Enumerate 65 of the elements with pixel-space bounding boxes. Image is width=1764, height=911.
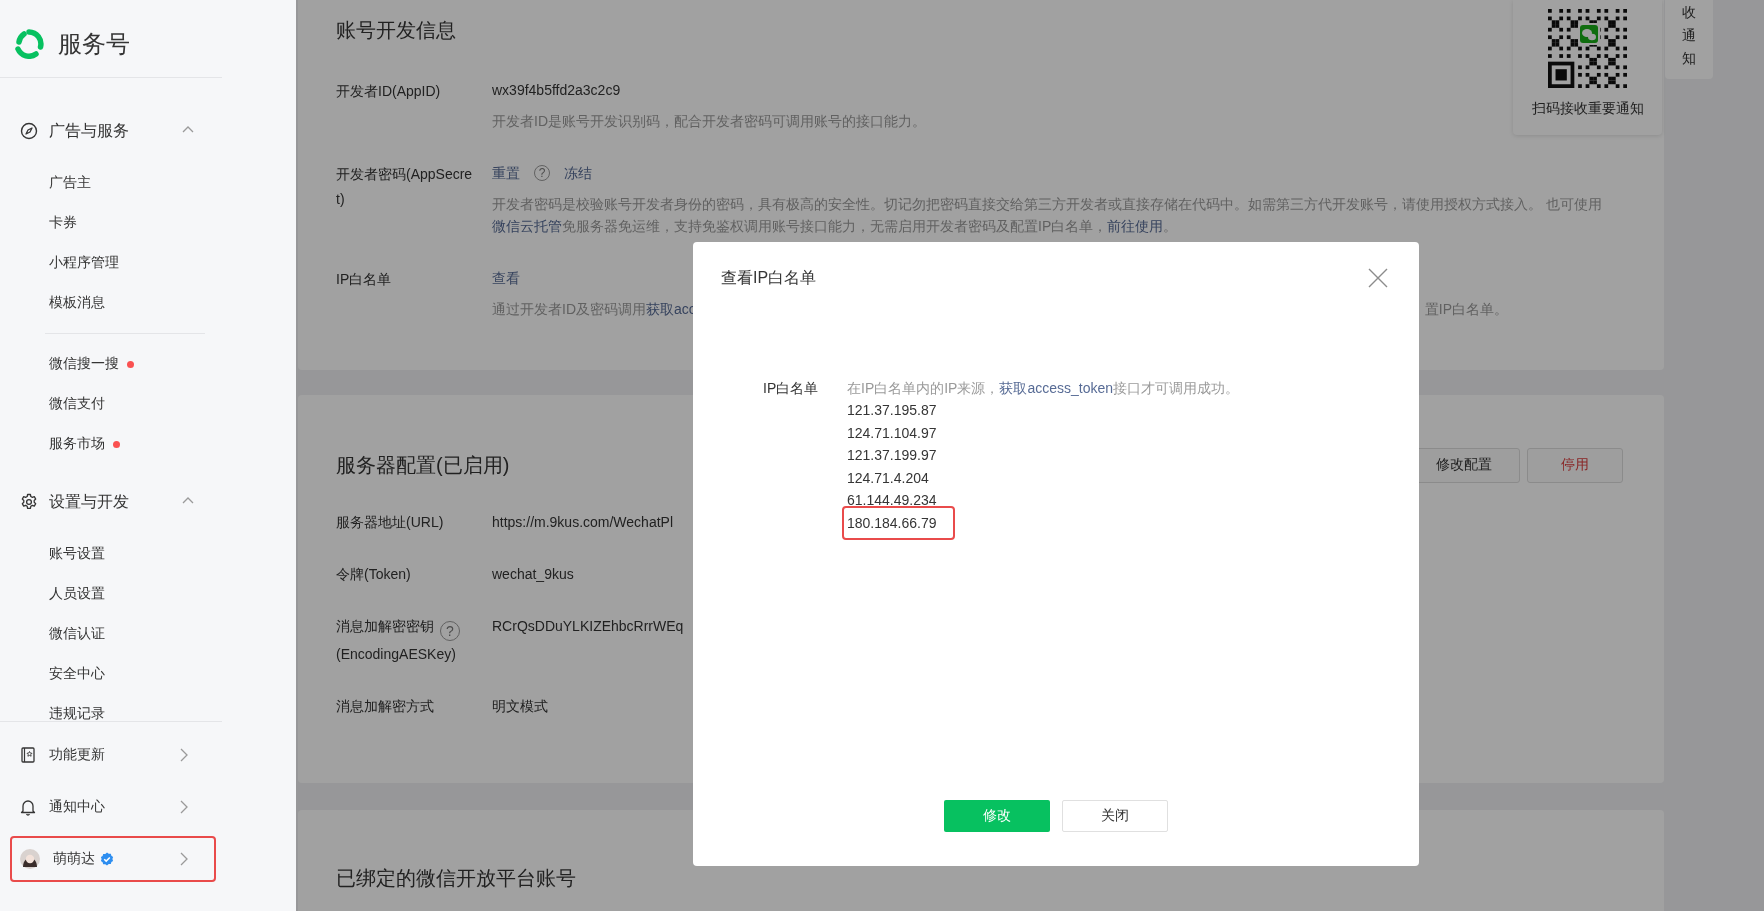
text-link[interactable]: 前往使用 [1107,218,1164,234]
sidebar-item[interactable]: 小程序管理 [49,243,119,283]
ip-address: 124.71.4.204 [847,468,929,488]
sidebar-item[interactable]: 功能更新 [10,732,216,778]
text-link[interactable]: 查看 [492,267,520,289]
text-link[interactable]: 冻结 [564,162,592,184]
sidebar-item[interactable]: 卡券 [49,203,77,243]
sidebar-item[interactable]: 广告主 [49,163,91,203]
side-tab-label: 收通知 [1682,3,1696,68]
ip-address: 180.184.66.79 [842,505,955,540]
section-header[interactable]: 设置与开发 [0,482,196,522]
ip-address: 121.37.195.87 [847,401,937,420]
sidebar-item[interactable]: 人员设置 [49,574,105,614]
field-label: IP白名单 [336,271,392,287]
section-title: 广告与服务 [49,120,129,141]
text-link[interactable]: 重置 [492,162,520,184]
sidebar-item[interactable]: 微信搜一搜 [49,344,134,384]
description-text: 置IP白名单。 [1424,300,1508,319]
bell-icon [20,798,36,816]
section-title: 服务器配置(已启用) [336,453,510,478]
field-label: IP白名单 [763,379,820,398]
field-value: wx39f4b5ffd2a3c2c9 [492,81,621,100]
section-title: 账号开发信息 [336,18,456,43]
sidebar-label: 通知中心 [49,798,105,816]
field-value: https://m.9kus.com/WechatPl [492,513,674,532]
field-label: 开发者ID(AppID) [336,83,441,99]
book-icon [20,747,36,763]
ip-address: 121.37.199.97 [847,446,937,465]
close-icon[interactable] [1368,268,1388,288]
section-header[interactable]: 广告与服务 [0,111,196,151]
field-value: wechat_9kus [492,565,574,584]
dialog-button[interactable]: 关闭 [1062,800,1168,832]
sidebar-item[interactable]: 违规记录 [49,694,105,721]
ip-address: 124.71.104.97 [847,423,937,443]
sidebar-item[interactable]: 安全中心 [49,654,105,694]
sidebar-item[interactable]: 通知中心 [10,784,216,830]
sidebar-item[interactable]: 账号设置 [49,534,105,574]
field-label: 服务器地址(URL) [336,514,444,530]
sidebar-label: 功能更新 [49,746,105,764]
field-label: (EncodingAESKey) [336,646,456,662]
text-link[interactable]: 获取access_token [999,380,1114,396]
sidebar-item[interactable]: 服务市场 [49,424,120,464]
sidebar-label: 萌萌达 [53,850,95,868]
hint-text: 在IP白名单内的IP来源，获取access_token接口才可调用成功。 [847,379,1240,398]
logo-icon [14,28,44,59]
field-label: 消息加解密方式 [336,698,434,714]
field-label: 开发者密码(AppSecret) [336,166,473,207]
field-label: 消息加解密密钥 [336,618,434,634]
field-value: 明文模式 [492,697,548,716]
sidebar-item[interactable]: 萌萌达 [10,836,216,882]
qr-caption: 扫码接收重要通知 [1531,99,1644,118]
sidebar-item[interactable]: 微信认证 [49,614,105,654]
sidebar-item[interactable]: 微信支付 [49,384,105,424]
sidebar-item[interactable]: 模板消息 [49,283,105,323]
side-tab[interactable]: 收通知 [1665,0,1713,79]
text-link[interactable]: 微信云托管 [492,218,562,234]
avatar-icon [20,849,40,869]
compass-icon [20,122,38,140]
settings-icon [20,493,38,511]
field-value: RCrQsDDuYLKIZEhbcRrrWEq [492,617,684,636]
section-title: 设置与开发 [49,491,129,512]
dialog-title: 查看IP白名单 [721,268,817,288]
field-label: 令牌(Token) [336,566,411,582]
section-title: 已绑定的微信开放平台账号 [336,866,576,891]
logo-text: 服务号 [58,28,130,59]
